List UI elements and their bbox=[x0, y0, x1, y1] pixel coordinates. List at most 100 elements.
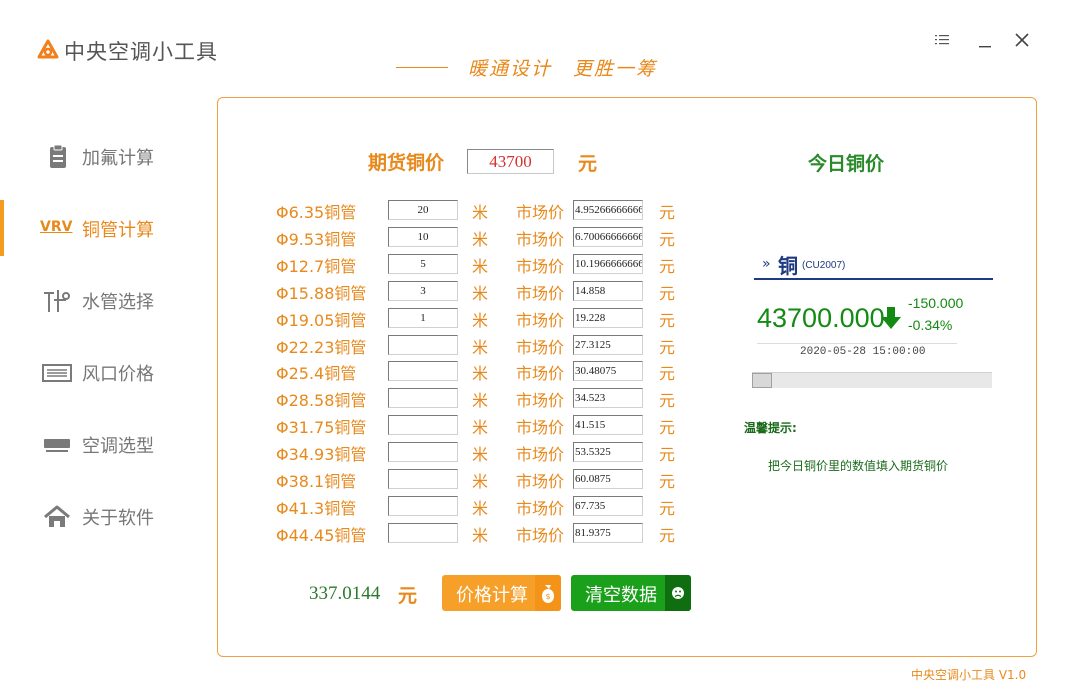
market-price-label: 市场价 bbox=[516, 525, 565, 545]
clear-button-label: 清空数据 bbox=[585, 585, 657, 606]
down-arrow-icon bbox=[881, 307, 901, 329]
market-price-label: 市场价 bbox=[516, 256, 565, 276]
pipe-length-input[interactable]: 20 bbox=[388, 200, 458, 220]
price-unit: 元 bbox=[659, 256, 676, 276]
pipe-length-input[interactable] bbox=[388, 361, 458, 382]
market-price-field[interactable]: 14.858 bbox=[573, 280, 643, 301]
pipe-row: Φ15.88铜管 3 米 市场价 14.858 元 bbox=[276, 278, 696, 305]
futures-price-label: 期货铜价 bbox=[368, 152, 445, 174]
quote-header: » 铜 (CU2007) bbox=[754, 250, 993, 280]
market-price-field[interactable]: 53.5325 bbox=[573, 442, 643, 463]
pipe-length-input[interactable] bbox=[388, 415, 458, 436]
pipe-name: Φ25.4铜管 bbox=[276, 364, 357, 384]
sidebar-item-copper-pipe[interactable]: VRV 铜管计算 bbox=[0, 200, 200, 256]
market-price-field[interactable]: 10.19666666666 bbox=[573, 253, 643, 274]
market-price-field[interactable]: 41.515 bbox=[573, 415, 643, 436]
price-unit: 元 bbox=[659, 445, 676, 465]
price-unit: 元 bbox=[659, 418, 676, 438]
quote-change-percent: -0.34% bbox=[908, 317, 953, 333]
pipe-length-input[interactable] bbox=[388, 388, 458, 409]
close-icon[interactable] bbox=[1010, 28, 1034, 52]
sidebar-item-refrigerant[interactable]: 加氟计算 bbox=[0, 128, 200, 184]
market-price-field[interactable]: 34.523 bbox=[573, 388, 643, 409]
market-price-label: 市场价 bbox=[516, 283, 565, 303]
pipe-length-input[interactable]: 1 bbox=[388, 307, 458, 328]
main-panel: 期货铜价 43700 元 Φ6.35铜管 20 米市场价 4.952666666666… bbox=[217, 97, 1037, 657]
length-unit: 米 bbox=[472, 337, 489, 357]
double-chevron-icon: » bbox=[762, 256, 771, 272]
app-logo-icon bbox=[37, 39, 59, 59]
pipe-length-input[interactable] bbox=[388, 469, 458, 489]
sidebar-item-label: 加氟计算 bbox=[82, 148, 154, 169]
pipe-length-input[interactable] bbox=[388, 522, 458, 543]
pipe-row: Φ6.35铜管 20 米 市场价 4.952666666666 元 bbox=[276, 197, 696, 224]
quote-change: -150.000 bbox=[908, 295, 964, 311]
vent-icon bbox=[42, 364, 72, 382]
total-price-unit: 元 bbox=[398, 585, 418, 607]
sidebar-item-about[interactable]: 关于软件 bbox=[0, 488, 200, 544]
pipe-length-input[interactable]: 10 bbox=[388, 226, 458, 247]
market-price-field[interactable]: 6.700666666666 bbox=[573, 226, 643, 247]
pipe-length-input[interactable] bbox=[388, 495, 458, 516]
calculate-button-label: 价格计算 bbox=[456, 585, 528, 606]
money-bag-icon: $ bbox=[535, 575, 561, 611]
price-unit: 元 bbox=[659, 525, 676, 545]
quote-name: 铜 bbox=[778, 254, 798, 278]
market-price-field[interactable]: 30.48075 bbox=[573, 361, 643, 382]
sidebar-item-label: 风口价格 bbox=[82, 364, 154, 385]
sidebar-item-water-pipe[interactable]: 水管选择 bbox=[0, 272, 200, 328]
market-price-label: 市场价 bbox=[516, 203, 565, 222]
minimize-icon[interactable] bbox=[973, 28, 997, 52]
market-price-field[interactable]: 4.952666666666 bbox=[573, 200, 643, 220]
price-unit: 元 bbox=[659, 498, 676, 518]
price-unit: 元 bbox=[659, 391, 676, 411]
market-price-label: 市场价 bbox=[516, 229, 565, 249]
pipe-name: Φ28.58铜管 bbox=[276, 391, 367, 411]
length-unit: 米 bbox=[472, 203, 489, 222]
tips-title: 温馨提示: bbox=[744, 421, 797, 435]
market-price-field[interactable]: 67.735 bbox=[573, 495, 643, 516]
pipe-name: Φ34.93铜管 bbox=[276, 445, 367, 465]
pipe-row: Φ28.58铜管 米 市场价 34.523 元 bbox=[276, 385, 696, 412]
price-unit: 元 bbox=[659, 472, 676, 491]
pipe-name: Φ44.45铜管 bbox=[276, 525, 367, 545]
pipe-name: Φ31.75铜管 bbox=[276, 418, 367, 438]
pipe-icon bbox=[44, 290, 70, 312]
pipe-length-input[interactable]: 5 bbox=[388, 253, 458, 274]
market-price-label: 市场价 bbox=[516, 337, 565, 357]
active-indicator bbox=[0, 200, 4, 256]
clear-data-button[interactable]: 清空数据 bbox=[571, 575, 691, 611]
sidebar-item-label: 铜管计算 bbox=[82, 220, 154, 241]
app-title: 中央空调小工具 bbox=[64, 40, 218, 64]
pipe-row: Φ12.7铜管 5 米 市场价 10.19666666666 元 bbox=[276, 251, 696, 278]
scrollbar-thumb[interactable] bbox=[752, 373, 772, 388]
pipe-row: Φ25.4铜管 米 市场价 30.48075 元 bbox=[276, 358, 696, 385]
length-unit: 米 bbox=[472, 229, 489, 249]
price-unit: 元 bbox=[659, 337, 676, 357]
quote-price: 43700.000 bbox=[757, 303, 885, 333]
market-price-label: 市场价 bbox=[516, 310, 565, 330]
sidebar-item-aircon-selection[interactable]: 空调选型 bbox=[0, 416, 200, 472]
market-price-field[interactable]: 60.0875 bbox=[573, 469, 643, 489]
market-price-label: 市场价 bbox=[516, 364, 565, 384]
sad-face-icon bbox=[665, 575, 691, 611]
pipe-length-input[interactable] bbox=[388, 442, 458, 463]
pipe-name: Φ9.53铜管 bbox=[276, 229, 357, 249]
calculate-price-button[interactable]: 价格计算 $ bbox=[442, 575, 561, 611]
length-unit: 米 bbox=[472, 445, 489, 465]
pipe-length-input[interactable]: 3 bbox=[388, 280, 458, 301]
market-price-field[interactable]: 19.228 bbox=[573, 307, 643, 328]
quote-scrollbar[interactable] bbox=[752, 372, 992, 388]
pipe-length-input[interactable] bbox=[388, 334, 458, 355]
futures-price-unit: 元 bbox=[578, 153, 598, 175]
pipe-name: Φ38.1铜管 bbox=[276, 472, 357, 491]
menu-icon[interactable] bbox=[930, 28, 954, 52]
market-price-field[interactable]: 81.9375 bbox=[573, 522, 643, 543]
market-price-label: 市场价 bbox=[516, 391, 565, 411]
futures-price-input[interactable]: 43700 bbox=[467, 149, 554, 174]
market-price-label: 市场价 bbox=[516, 498, 565, 518]
sidebar-item-vent-price[interactable]: 风口价格 bbox=[0, 344, 200, 400]
pipe-name: Φ6.35铜管 bbox=[276, 203, 357, 222]
market-price-field[interactable]: 27.3125 bbox=[573, 334, 643, 355]
length-unit: 米 bbox=[472, 310, 489, 330]
